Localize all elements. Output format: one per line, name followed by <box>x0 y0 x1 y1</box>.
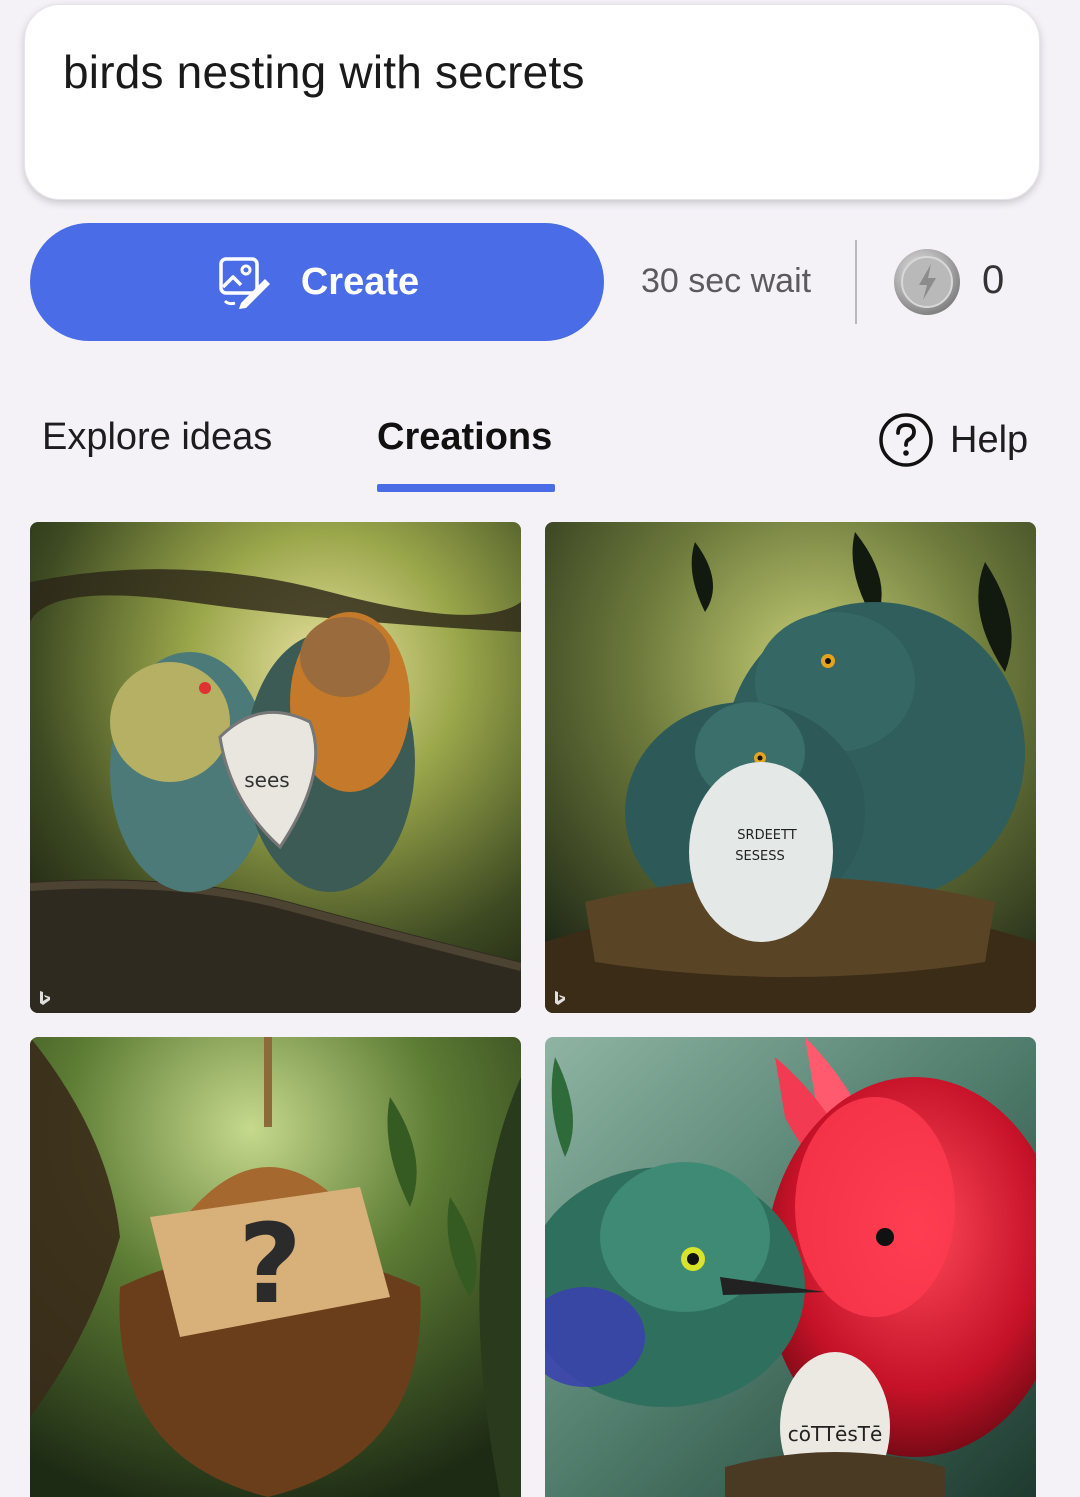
boost-count: 0 <box>982 258 1005 302</box>
question-circle-icon <box>879 413 933 467</box>
tab-explore-ideas[interactable]: Explore ideas <box>42 416 272 459</box>
creation-image-2[interactable]: SRDEETT SESESS <box>545 522 1036 1013</box>
creation-image-3[interactable]: ? <box>30 1037 521 1497</box>
creation-image-art: SRDEETT SESESS <box>545 522 1036 1013</box>
create-button[interactable]: Create <box>30 223 604 341</box>
image-pen-icon <box>219 257 270 309</box>
help-button[interactable]: Help <box>878 412 1028 468</box>
bing-icon <box>40 991 50 1005</box>
creation-image-art: cōTTēsTē <box>545 1037 1036 1497</box>
creation-image-4[interactable]: cōTTēsTē <box>545 1037 1036 1497</box>
creation-image-1[interactable]: sees <box>30 522 521 1013</box>
lightning-coin-icon[interactable] <box>893 248 961 316</box>
divider <box>855 240 857 324</box>
egg-text: sees <box>244 768 289 792</box>
tab-creations[interactable]: Creations <box>377 416 552 459</box>
egg-text: cōTTēsTē <box>788 1422 883 1446</box>
create-button-label: Create <box>300 260 420 303</box>
prompt-text[interactable]: birds nesting with secrets <box>63 45 585 99</box>
creation-image-art: sees <box>30 522 521 1013</box>
bing-icon <box>555 991 565 1005</box>
active-tab-indicator <box>377 484 555 492</box>
egg-text-line2: SESESS <box>735 849 784 864</box>
creation-image-art: ? <box>30 1037 521 1497</box>
question-mark: ? <box>238 1200 302 1328</box>
prompt-input[interactable]: birds nesting with secrets <box>24 4 1040 200</box>
help-label: Help <box>950 418 1029 461</box>
wait-status: 30 sec wait <box>641 262 812 300</box>
egg-text-line1: SRDEETT <box>737 828 796 843</box>
